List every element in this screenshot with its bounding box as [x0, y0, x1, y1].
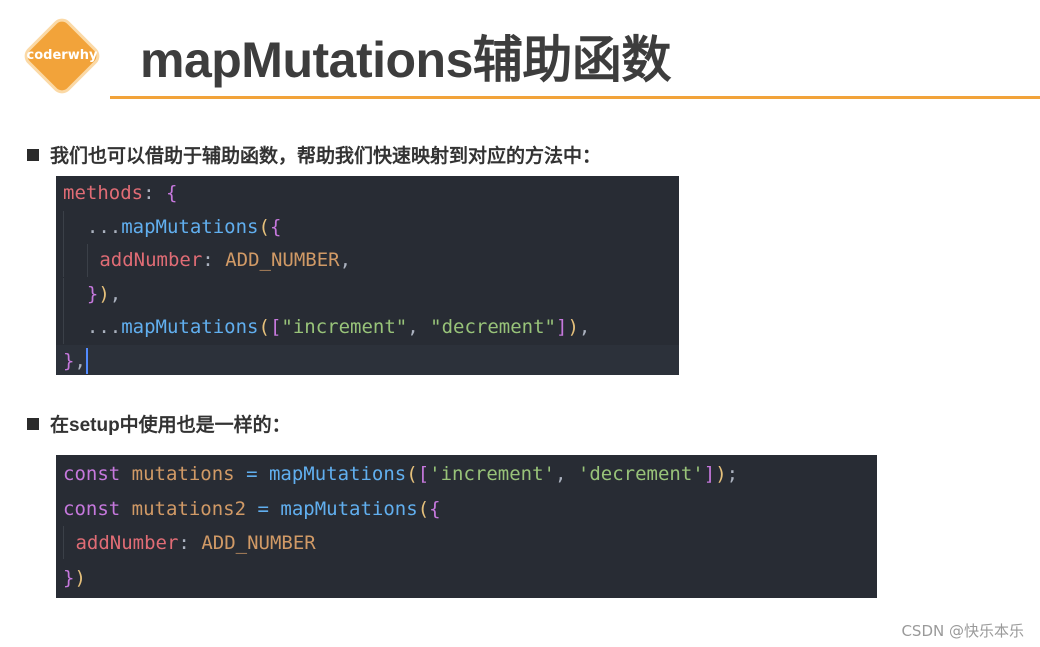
coderwhy-logo: coderwhy [20, 14, 104, 98]
csdn-watermark: CSDN @快乐本乐 [901, 622, 1024, 640]
code-line: ...mapMutations(["increment", "decrement… [56, 311, 679, 345]
title-divider [110, 96, 1040, 99]
logo-text: coderwhy [26, 48, 98, 63]
square-bullet-icon [27, 417, 39, 430]
code-block-setup: const mutations = mapMutations(['increme… [56, 455, 877, 598]
text-cursor [85, 348, 88, 375]
code-line: }) [63, 566, 86, 589]
bullet-text: 在setup中使用也是一样的： [50, 415, 291, 436]
code-line: const mutations = mapMutations(['increme… [63, 463, 739, 485]
code-line: }), [56, 277, 679, 312]
page-title: mapMutations辅助函数 [140, 32, 671, 88]
code-line: ...mapMutations({ [56, 210, 679, 245]
code-line: const mutations2 = mapMutations({ [63, 497, 441, 520]
code-line-active: }, [56, 344, 679, 375]
bullet-methods: 我们也可以借助于辅助函数，帮助我们快速映射到对应的方法中： [27, 141, 601, 168]
code-line: addNumber: ADD_NUMBER [56, 526, 877, 561]
code-line: addNumber: ADD_NUMBER, [56, 244, 679, 278]
square-bullet-icon [27, 148, 39, 161]
code-line: methods: { [63, 182, 178, 204]
code-block-methods: methods: { ...mapMutations({ addNumber: … [56, 176, 679, 375]
bullet-text: 我们也可以借助于辅助函数，帮助我们快速映射到对应的方法中： [50, 146, 602, 167]
bullet-setup: 在setup中使用也是一样的： [27, 410, 291, 437]
